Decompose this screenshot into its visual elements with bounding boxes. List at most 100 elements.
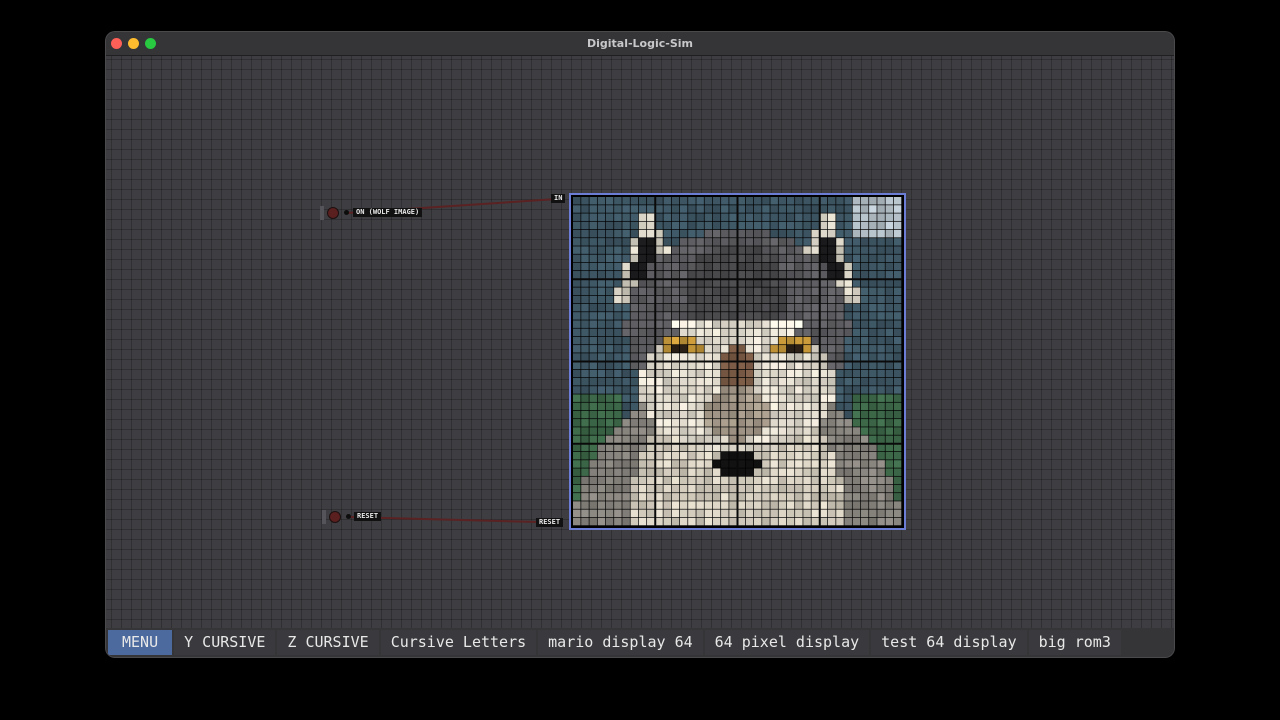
chip-reset-label: RESET	[536, 518, 564, 527]
menu-button[interactable]: MENU	[108, 630, 173, 655]
display-pixel	[614, 295, 622, 304]
display-pixel	[811, 394, 820, 402]
display-pixel	[696, 361, 704, 370]
display-pixel	[630, 197, 639, 205]
display-pixel	[852, 501, 861, 509]
input-toggle-on[interactable]	[327, 207, 339, 219]
display-pixel	[827, 229, 836, 238]
display-pixel	[630, 213, 639, 221]
display-pixel	[836, 509, 844, 518]
display-pixel	[819, 345, 828, 353]
display-pixel	[819, 271, 828, 279]
display-pixel	[737, 410, 746, 419]
display-pixel	[811, 427, 820, 435]
display-pixel	[671, 451, 680, 460]
display-pixel	[614, 197, 622, 205]
display-pixel	[885, 271, 894, 279]
display-pixel	[663, 312, 671, 320]
display-pixel	[729, 213, 737, 221]
display-pixel	[860, 386, 869, 394]
display-pixel	[827, 295, 836, 304]
display-pixel	[638, 377, 647, 386]
display-pixel	[778, 295, 787, 304]
display-pixel	[638, 254, 647, 263]
display-pixel	[663, 345, 671, 353]
input-reset-connector[interactable]	[346, 514, 351, 519]
display-pixel	[729, 493, 737, 501]
display-pixel	[762, 221, 770, 230]
display-section-divider	[573, 360, 902, 363]
chip-button-mario-display-64[interactable]: mario display 64	[538, 630, 703, 655]
display-pixel	[622, 509, 630, 518]
display-pixel	[614, 394, 622, 402]
display-pixel	[877, 328, 885, 337]
display-pixel	[688, 254, 696, 263]
display-pixel	[877, 476, 885, 485]
display-pixel	[753, 484, 762, 493]
display-pixel	[605, 402, 614, 411]
display-pixel	[819, 213, 828, 221]
input-pin-handle[interactable]	[320, 206, 324, 220]
display-pixel	[770, 295, 778, 304]
chip-button-cursive-letters[interactable]: Cursive Letters	[380, 630, 537, 655]
circuit-canvas[interactable]: ON (WOLF IMAGE) RESET IN RESET	[106, 56, 1174, 628]
display-pixel	[745, 295, 754, 304]
display-pixel	[786, 328, 795, 337]
display-pixel	[712, 353, 721, 361]
display-pixel	[844, 377, 852, 386]
chip-button-y-cursive[interactable]: Y CURSIVE	[174, 630, 276, 655]
display-pixel	[770, 484, 778, 493]
input-on-connector[interactable]	[344, 210, 349, 215]
display-pixel	[581, 312, 589, 320]
display-pixel	[597, 246, 606, 254]
pixel-display-chip[interactable]	[569, 193, 906, 530]
display-pixel	[622, 377, 630, 386]
display-pixel	[803, 312, 811, 320]
display-pixel	[712, 386, 721, 394]
display-pixel	[860, 377, 869, 386]
display-pixel	[630, 238, 639, 246]
display-pixel	[786, 361, 795, 370]
display-pixel	[811, 279, 820, 287]
display-pixel	[605, 262, 614, 271]
display-pixel	[614, 353, 622, 361]
display-pixel	[614, 287, 622, 295]
chip-button-test-64-display[interactable]: test 64 display	[871, 630, 1027, 655]
display-pixel	[663, 369, 671, 378]
display-pixel	[869, 369, 877, 378]
display-pixel	[762, 271, 770, 279]
display-pixel	[811, 419, 820, 427]
display-pixel	[679, 287, 688, 295]
display-pixel	[737, 386, 746, 394]
display-pixel	[762, 205, 770, 213]
display-pixel	[630, 476, 639, 485]
display-pixel	[885, 493, 894, 501]
title-bar[interactable]: Digital-Logic-Sim	[106, 32, 1174, 56]
display-pixel	[860, 501, 869, 509]
display-pixel	[852, 443, 861, 452]
display-pixel	[745, 254, 754, 263]
display-pixel	[721, 377, 729, 386]
display-pixel	[844, 402, 852, 411]
input-toggle-reset[interactable]	[329, 511, 341, 523]
chip-button-big-rom3[interactable]: big rom3	[1028, 630, 1121, 655]
display-pixel	[893, 320, 902, 328]
display-pixel	[655, 402, 663, 411]
display-pixel	[622, 427, 630, 435]
display-pixel	[721, 197, 729, 205]
chip-button-z-cursive[interactable]: Z CURSIVE	[277, 630, 379, 655]
display-pixel	[778, 451, 787, 460]
display-pixel	[852, 468, 861, 476]
display-pixel	[721, 386, 729, 394]
reset-pin-handle[interactable]	[322, 510, 326, 524]
display-pixel	[655, 386, 663, 394]
display-pixel	[688, 493, 696, 501]
display-pixel	[630, 336, 639, 345]
display-pixel	[704, 501, 713, 509]
display-pixel	[663, 509, 671, 518]
display-pixel	[893, 197, 902, 205]
display-pixel	[745, 271, 754, 279]
display-pixel	[795, 246, 803, 254]
display-pixel	[737, 213, 746, 221]
chip-button-64-pixel-display[interactable]: 64 pixel display	[704, 630, 870, 655]
